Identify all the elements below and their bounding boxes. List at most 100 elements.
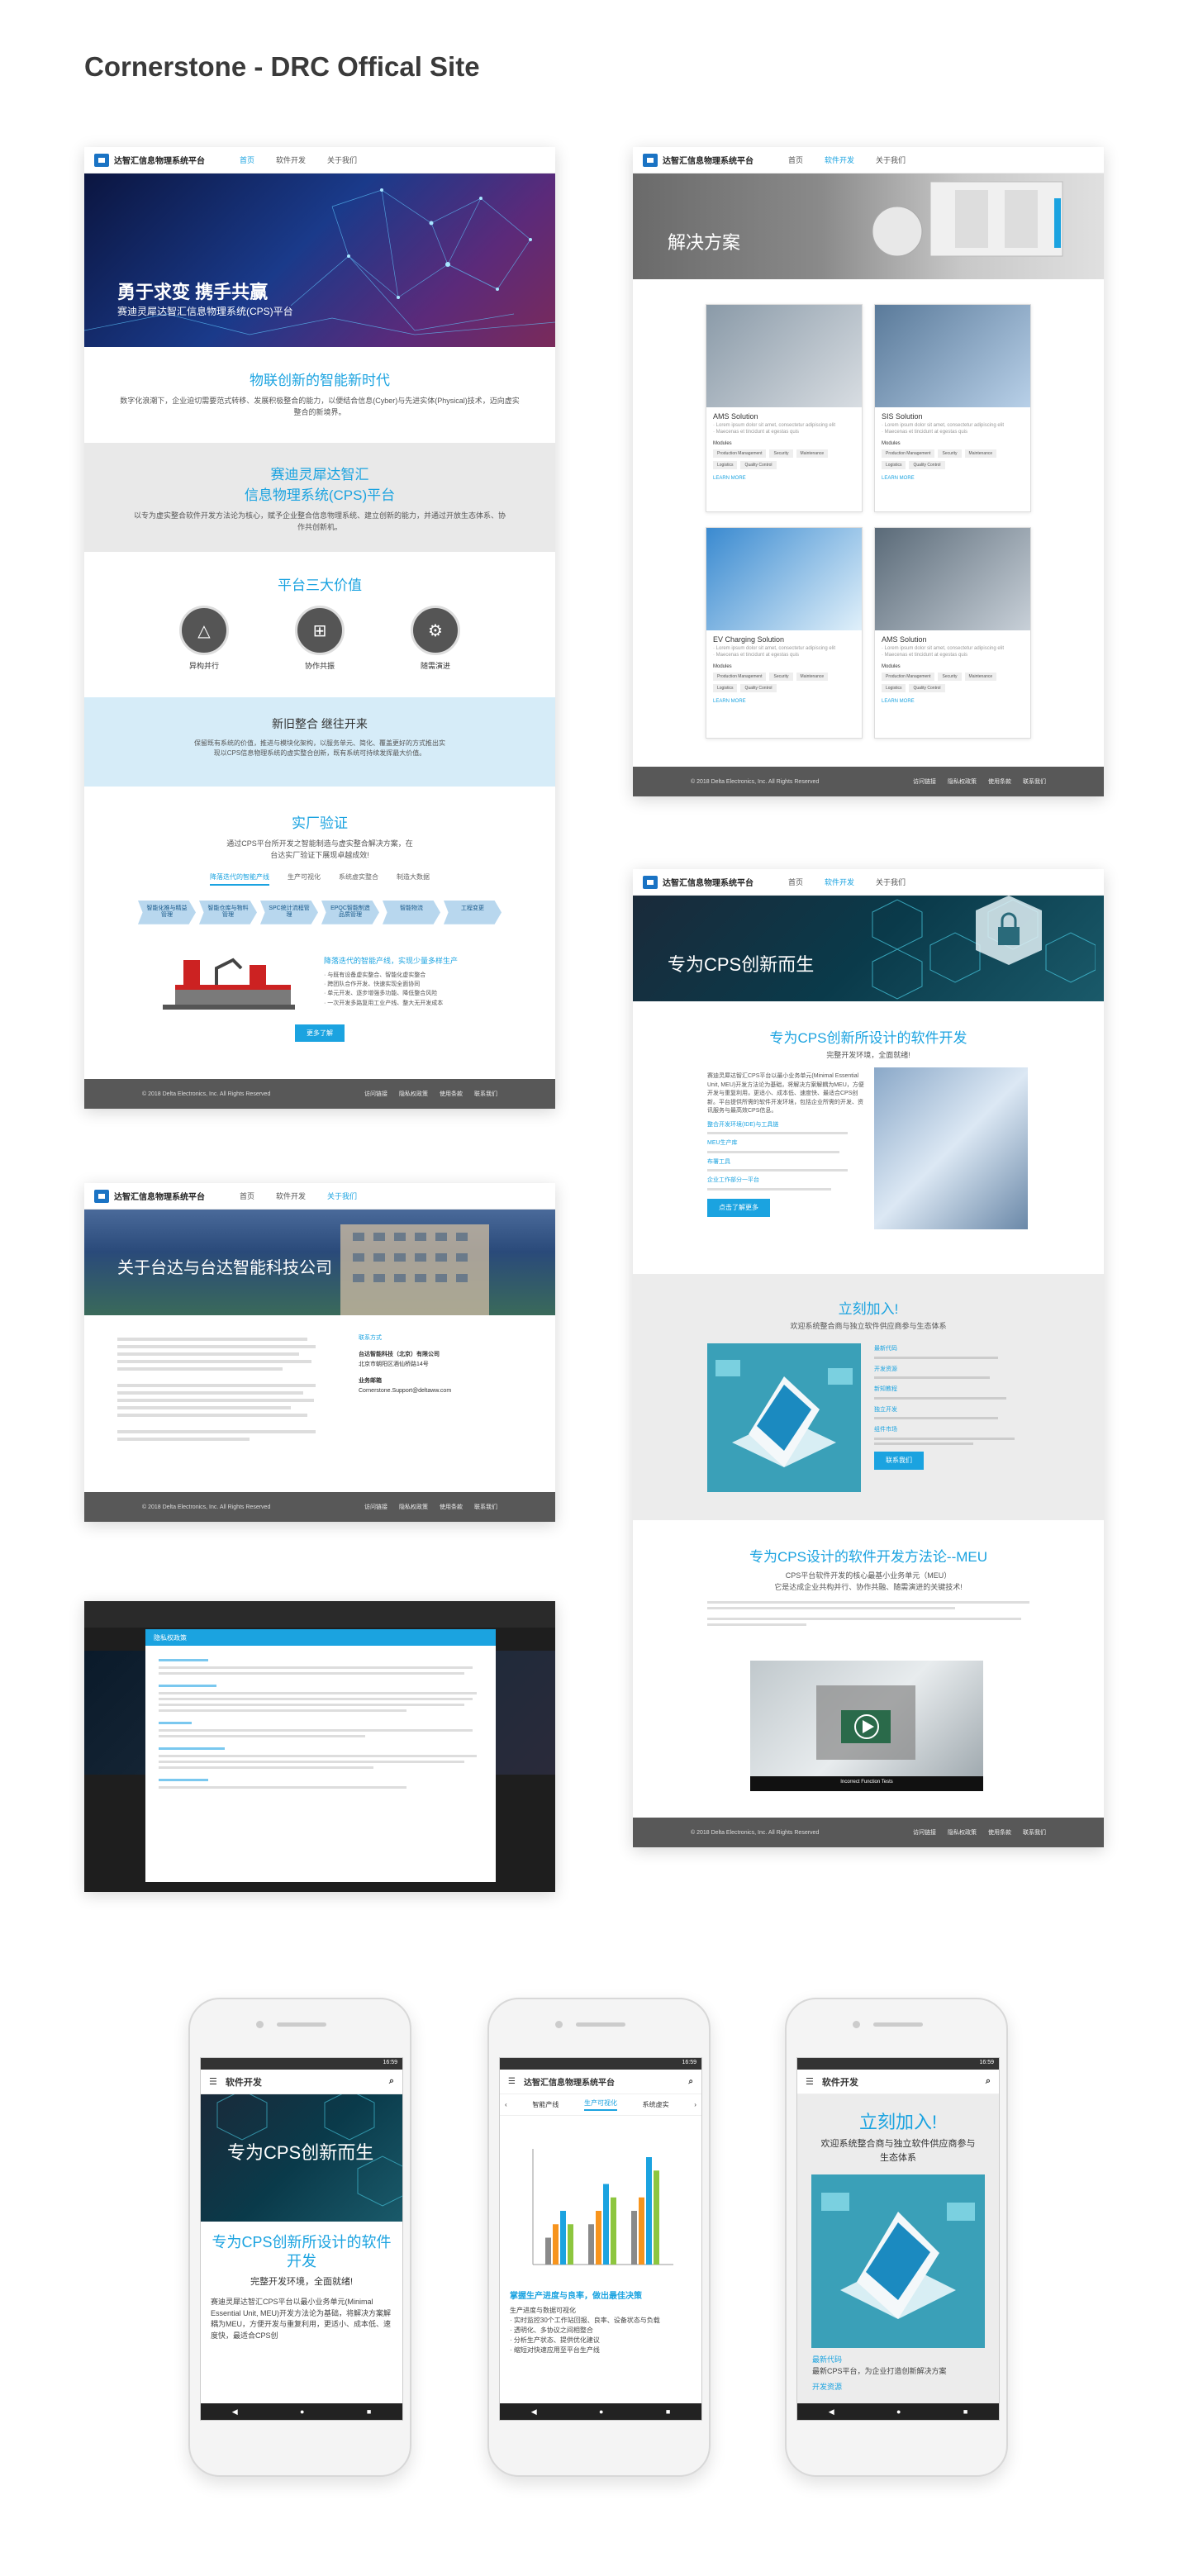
home-icon[interactable]: ● xyxy=(300,2407,304,2416)
footer: © 2018 Delta Electronics, Inc. All Right… xyxy=(633,1818,1104,1847)
nav-home[interactable]: 首页 xyxy=(240,154,254,165)
section-platform: 赛迪灵犀达智汇 信息物理系统(CPS)平台 以专为虚实整合软件开发方法论为核心，… xyxy=(84,443,555,552)
recent-apps-icon[interactable]: ■ xyxy=(963,2407,967,2416)
recent-apps-icon[interactable]: ■ xyxy=(367,2407,371,2416)
contact-email[interactable]: Cornerstone.Support@deltaww.com xyxy=(359,1386,451,1396)
nav-home[interactable]: 首页 xyxy=(788,154,803,165)
value-item: △ 异构并行 xyxy=(179,606,229,671)
learn-more-link[interactable]: LEARN MORE xyxy=(875,471,1030,486)
footer-link[interactable]: 联系我们 xyxy=(1023,1828,1046,1837)
join-item-text: 最新CPS平台，为企业打造创新解决方案 xyxy=(812,2366,947,2375)
footer-link[interactable]: 使用条款 xyxy=(440,1503,463,1511)
footer-link[interactable]: 隐私权政策 xyxy=(399,1090,428,1098)
back-icon[interactable]: ◀ xyxy=(232,2407,238,2417)
dev-link[interactable]: 布署工具 xyxy=(707,1158,864,1167)
footer-link[interactable]: 访问链接 xyxy=(364,1090,387,1098)
privacy-modal-mockup: 隐私权政策 xyxy=(84,1601,555,1892)
tab-big-data[interactable]: 制造大数据 xyxy=(397,872,430,886)
tab-visualization[interactable]: 生产可视化 xyxy=(583,2098,617,2111)
nav-home[interactable]: 首页 xyxy=(788,877,803,887)
nav-home[interactable]: 首页 xyxy=(240,1191,254,1201)
nav-about[interactable]: 关于我们 xyxy=(876,154,906,165)
chevron-right-icon[interactable]: › xyxy=(694,2101,696,2108)
section-title: 专为CPS设计的软件开发方法论--MEU xyxy=(749,1549,988,1565)
home-page-mockup: 达智汇信息物理系统平台 首页 软件开发 关于我们 勇于求变 携手共赢 赛迪灵犀达… xyxy=(84,147,555,1109)
chevron-left-icon[interactable]: ‹ xyxy=(505,2101,507,2108)
tab-smart-line[interactable]: 降落迭代的智能产线 xyxy=(210,872,269,886)
solution-card[interactable]: AMS Solution · Lorem ipsum dolor sit ame… xyxy=(874,527,1031,739)
hamburger-menu-icon[interactable]: ☰ xyxy=(209,2076,217,2087)
hamburger-menu-icon[interactable]: ☰ xyxy=(508,2077,516,2086)
hero-title: 专为CPS创新而生 xyxy=(668,954,815,975)
module-tag: Security xyxy=(938,449,962,458)
learn-more-button[interactable]: 更多了解 xyxy=(295,1024,345,1042)
process-chevrons: 智能化推与精益管理 智能仓库与物料管理 SPC统计流程管理 EPQC智能制造品质… xyxy=(84,901,555,924)
chevron-step: 智能物流 xyxy=(383,901,440,924)
meu-video-player[interactable]: Incorrect Function Tests xyxy=(750,1661,983,1791)
nav-about[interactable]: 关于我们 xyxy=(876,877,906,887)
footer-link[interactable]: 联系我们 xyxy=(474,1503,497,1511)
footer-link[interactable]: 隐私权政策 xyxy=(948,777,977,786)
footer-link[interactable]: 访问链接 xyxy=(364,1503,387,1511)
meu-text-placeholder xyxy=(707,1601,1029,1626)
brand-name: 达智汇信息物理系统平台 xyxy=(663,157,754,166)
laptop-photo xyxy=(874,1067,1028,1229)
home-icon[interactable]: ● xyxy=(896,2407,901,2416)
about-hero: 关于台达与台达智能科技公司 xyxy=(84,1210,555,1315)
contact-box: 联系方式 台达智能科技（北京）有限公司 北京市朝阳区酒仙桥路14号 业务邮箱 C… xyxy=(359,1333,451,1445)
section-join: 立刻加入! 欢迎系统整合商与独立软件供应商参与生态体系 最新代码 开发资源 新知… xyxy=(633,1274,1104,1520)
hero-title: 专为CPS创新而生 xyxy=(227,2142,374,2163)
card-desc: · Lorem ipsum dolor sit amet, consectetu… xyxy=(713,423,836,435)
dev-link[interactable]: 企业工作部分一平台 xyxy=(707,1176,864,1186)
nav-about[interactable]: 关于我们 xyxy=(327,1191,357,1201)
section-text: 赛迪灵犀达智汇CPS平台以最小业务单元(Minimal Essential Un… xyxy=(707,1073,864,1114)
dev-link[interactable]: 整合开发环境(IDE)与工具链 xyxy=(707,1121,864,1130)
card-modules-label: Modules xyxy=(713,440,732,446)
recent-apps-icon[interactable]: ■ xyxy=(666,2407,670,2416)
footer-link[interactable]: 联系我们 xyxy=(1023,777,1046,786)
value-item: ⊞ 协作共振 xyxy=(295,606,345,671)
footer-link[interactable]: 隐私权政策 xyxy=(948,1828,977,1837)
nav-software[interactable]: 软件开发 xyxy=(825,154,854,165)
module-tag: Maintenance xyxy=(796,449,829,458)
search-icon[interactable]: ⌕ xyxy=(688,2077,693,2086)
tab-integration[interactable]: 系统虚实整合 xyxy=(339,872,378,886)
search-icon[interactable]: ⌕ xyxy=(389,2076,394,2087)
learn-more-link[interactable]: LEARN MORE xyxy=(706,694,862,709)
footer-link[interactable]: 使用条款 xyxy=(988,1828,1011,1837)
tab-integration[interactable]: 系统虚实 xyxy=(643,2100,669,2109)
learn-more-button[interactable]: 点击了解更多 xyxy=(707,1198,770,1217)
footer-link[interactable]: 使用条款 xyxy=(440,1090,463,1098)
tab-smart-line[interactable]: 智能产线 xyxy=(532,2100,559,2109)
solution-card[interactable]: SIS Solution · Lorem ipsum dolor sit ame… xyxy=(874,304,1031,512)
footer-link[interactable]: 访问链接 xyxy=(913,1828,936,1837)
learn-more-link[interactable]: LEARN MORE xyxy=(706,471,862,486)
learn-more-link[interactable]: LEARN MORE xyxy=(875,694,1030,709)
footer-link[interactable]: 访问链接 xyxy=(913,777,936,786)
module-tag: Security xyxy=(769,672,793,681)
solution-card[interactable]: EV Charging Solution · Lorem ipsum dolor… xyxy=(706,527,863,739)
case-text: · 与既有设备虚实整合、智能化虚实整合 · 跨团队合作开发、快速实现全面协同 ·… xyxy=(324,972,444,1006)
chevron-step: EPQC智能制造品质管理 xyxy=(321,901,379,924)
chevron-step: 智能仓库与物料管理 xyxy=(199,901,257,924)
phone-screen: 16:59 ☰ 软件开发 ⌕ 专为CPS创新而生 专为CPS创新所设计的软件开发… xyxy=(200,2057,403,2421)
hamburger-menu-icon[interactable]: ☰ xyxy=(806,2076,814,2087)
section-text: 以专为虚实整合软件开发方法论为核心，赋予企业整合信息物理系统、建立创新的能力，并… xyxy=(134,511,506,531)
footer-link[interactable]: 使用条款 xyxy=(988,777,1011,786)
footer-link[interactable]: 隐私权政策 xyxy=(399,1503,428,1511)
mobile-content: 掌握生产进度与良率，做出最佳决策 生产进度与数据可视化 · 实时监控30个工作站… xyxy=(500,2285,701,2355)
nav-software[interactable]: 软件开发 xyxy=(825,877,854,887)
tab-visualization[interactable]: 生产可视化 xyxy=(288,872,321,886)
dev-link[interactable]: MEU生产库 xyxy=(707,1139,864,1148)
solution-card[interactable]: AMS Solution · Lorem ipsum dolor sit ame… xyxy=(706,304,863,512)
home-icon[interactable]: ● xyxy=(599,2407,603,2416)
nav-software[interactable]: 软件开发 xyxy=(276,1191,306,1201)
search-icon[interactable]: ⌕ xyxy=(986,2076,991,2087)
footer-link[interactable]: 联系我们 xyxy=(474,1090,497,1098)
back-icon[interactable]: ◀ xyxy=(531,2407,537,2417)
back-icon[interactable]: ◀ xyxy=(829,2407,834,2417)
chart-bar xyxy=(611,2197,616,2265)
contact-us-button[interactable]: 联系我们 xyxy=(874,1451,924,1470)
nav-software[interactable]: 软件开发 xyxy=(276,154,306,165)
nav-about[interactable]: 关于我们 xyxy=(327,154,357,165)
